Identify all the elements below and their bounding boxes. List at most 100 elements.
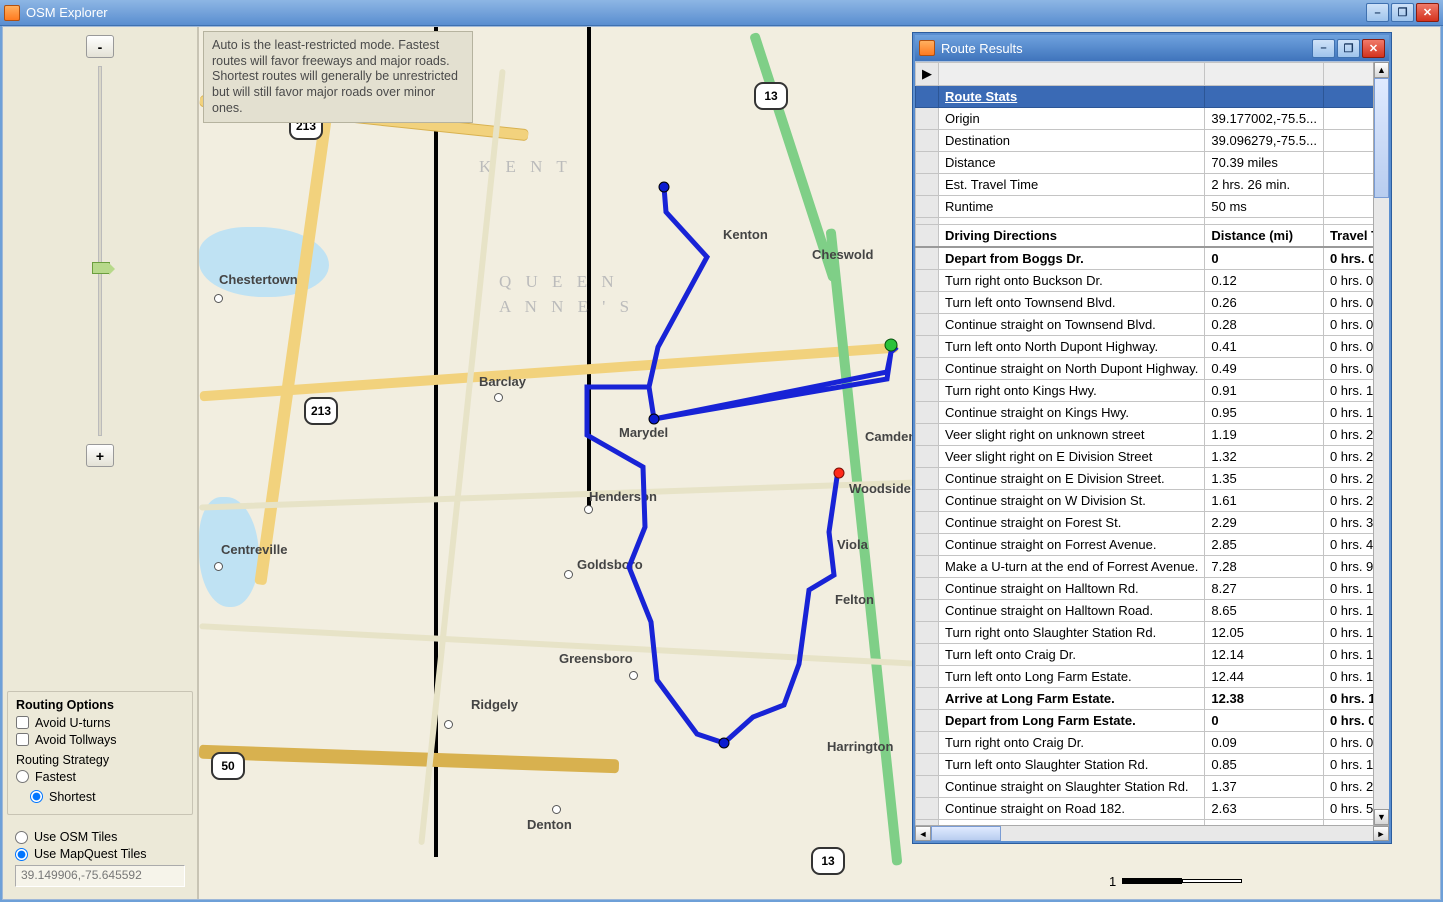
state-boundary-2 xyxy=(587,27,591,507)
zoom-in-button[interactable]: + xyxy=(86,444,114,467)
table-row[interactable]: Turn left onto Main St.2.940 hrs. 5 min. xyxy=(916,820,1390,826)
shield-50: 50 xyxy=(211,752,245,780)
us-13 xyxy=(749,32,839,282)
routing-options-group: Routing Options Avoid U-turns Avoid Toll… xyxy=(7,691,193,816)
table-row[interactable]: Continue straight on Townsend Blvd.0.280… xyxy=(916,314,1390,336)
place-denton: Denton xyxy=(527,817,572,832)
table-row[interactable]: Veer slight right on unknown street1.190… xyxy=(916,424,1390,446)
route-results-title: Route Results xyxy=(941,41,1023,56)
table-row[interactable]: Runtime50 ms xyxy=(916,196,1390,218)
dot xyxy=(584,505,593,514)
avoid-tollways-checkbox[interactable] xyxy=(16,733,29,746)
routing-strategy-label: Routing Strategy xyxy=(16,753,184,767)
table-row[interactable]: Turn left onto Craig Dr.12.140 hrs. 17 m… xyxy=(916,644,1390,666)
avoid-tollways-option[interactable]: Avoid Tollways xyxy=(16,733,184,747)
place-greensboro: Greensboro xyxy=(559,651,633,666)
dot xyxy=(214,562,223,571)
table-row[interactable]: Turn right onto Slaughter Station Rd.12.… xyxy=(916,622,1390,644)
scale-value: 1 xyxy=(1109,874,1116,889)
place-kenton: Kenton xyxy=(723,227,768,242)
scroll-thumb[interactable] xyxy=(1374,78,1389,198)
table-row[interactable]: Origin39.177002,-75.5... xyxy=(916,108,1390,130)
row-selector[interactable]: ▶ xyxy=(916,63,939,86)
route-results-titlebar[interactable]: Route Results – ❐ ✕ xyxy=(915,35,1389,61)
table-row[interactable]: Turn left onto North Dupont Highway.0.41… xyxy=(916,336,1390,358)
table-row[interactable]: Continue straight on Kings Hwy.0.950 hrs… xyxy=(916,402,1390,424)
table-row[interactable]: Continue straight on Forrest Avenue.2.85… xyxy=(916,534,1390,556)
table-row[interactable]: Make a U-turn at the end of Forrest Aven… xyxy=(916,556,1390,578)
table-row[interactable]: Turn right onto Kings Hwy.0.910 hrs. 1 m… xyxy=(916,380,1390,402)
zoom-thumb[interactable] xyxy=(92,262,110,274)
place-chestertown: Chestertown xyxy=(219,272,298,287)
sidebar: - + Routing Options Avoid U-turns Avoid … xyxy=(3,27,199,899)
table-row[interactable]: Turn left onto Slaughter Station Rd.0.85… xyxy=(916,754,1390,776)
hscroll-thumb[interactable] xyxy=(931,826,1001,841)
app-title: OSM Explorer xyxy=(26,5,108,20)
results-minimize-button[interactable]: – xyxy=(1312,39,1335,58)
table-row[interactable]: Continue straight on Road 182.2.630 hrs.… xyxy=(916,798,1390,820)
place-cheswold: Cheswold xyxy=(812,247,873,262)
osm-tiles-option[interactable]: Use OSM Tiles xyxy=(15,830,185,844)
scale-bar: 1 xyxy=(1103,874,1242,888)
zoom-slider[interactable] xyxy=(98,66,102,436)
table-row[interactable]: Depart from Long Farm Estate.00 hrs. 0 m… xyxy=(916,710,1390,732)
table-row[interactable]: Continue straight on Halltown Rd.8.270 h… xyxy=(916,578,1390,600)
minor xyxy=(418,69,505,845)
shortest-option[interactable]: Shortest xyxy=(30,790,96,804)
routing-options-title: Routing Options xyxy=(16,698,184,712)
table-row[interactable]: Destination39.096279,-75.5... xyxy=(916,130,1390,152)
place-barclay: Barclay xyxy=(479,374,526,389)
table-row[interactable]: Veer slight right on E Division Street1.… xyxy=(916,446,1390,468)
table-row[interactable]: Turn right onto Craig Dr.0.090 hrs. 0 mi… xyxy=(916,732,1390,754)
table-row[interactable]: Est. Travel Time2 hrs. 26 min. xyxy=(916,174,1390,196)
table-row[interactable]: Continue straight on Slaughter Station R… xyxy=(916,776,1390,798)
results-grid[interactable]: ▶ Route Stats Origin39.177002,-75.5...De… xyxy=(915,61,1389,825)
vertical-scrollbar[interactable]: ▲ ▼ xyxy=(1373,62,1389,825)
shortest-radio[interactable] xyxy=(30,790,43,803)
results-icon xyxy=(919,40,935,56)
place-henderson: Henderson xyxy=(589,489,657,504)
table-row[interactable]: Arrive at Long Farm Estate.12.380 hrs. 1… xyxy=(916,688,1390,710)
shield-13b: 13 xyxy=(811,847,845,875)
table-row[interactable]: Depart from Boggs Dr.00 hrs. 0 min. xyxy=(916,247,1390,270)
results-maximize-button[interactable]: ❐ xyxy=(1337,39,1360,58)
minimize-button[interactable]: – xyxy=(1366,3,1389,22)
table-row[interactable]: Turn left onto Townsend Blvd.0.260 hrs. … xyxy=(916,292,1390,314)
fastest-option[interactable]: Fastest xyxy=(16,770,184,784)
table-row[interactable]: Continue straight on North Dupont Highwa… xyxy=(916,358,1390,380)
app-titlebar[interactable]: OSM Explorer – ❐ ✕ xyxy=(0,0,1443,26)
avoid-uturns-option[interactable]: Avoid U-turns xyxy=(16,716,184,730)
place-woodside: Woodside xyxy=(849,481,911,496)
tile-source-group: Use OSM Tiles Use MapQuest Tiles 39.1499… xyxy=(7,823,193,891)
close-button[interactable]: ✕ xyxy=(1416,3,1439,22)
table-row[interactable]: Continue straight on W Division St.1.610… xyxy=(916,490,1390,512)
table-row[interactable]: Continue straight on Halltown Road.8.650… xyxy=(916,600,1390,622)
place-ridgely: Ridgely xyxy=(471,697,518,712)
horizontal-scrollbar[interactable]: ◄ ► xyxy=(915,825,1389,841)
scroll-down-arrow[interactable]: ▼ xyxy=(1374,809,1389,825)
dot xyxy=(444,720,453,729)
table-row[interactable]: Turn left onto Long Farm Estate.12.440 h… xyxy=(916,666,1390,688)
dot xyxy=(214,294,223,303)
table-row[interactable]: Distance70.39 miles xyxy=(916,152,1390,174)
osm-tiles-radio[interactable] xyxy=(15,831,28,844)
avoid-uturns-checkbox[interactable] xyxy=(16,716,29,729)
mapquest-tiles-option[interactable]: Use MapQuest Tiles xyxy=(15,847,185,861)
scroll-up-arrow[interactable]: ▲ xyxy=(1374,62,1389,78)
place-centreville: Centreville xyxy=(221,542,287,557)
fastest-radio[interactable] xyxy=(16,770,29,783)
results-close-button[interactable]: ✕ xyxy=(1362,39,1385,58)
scroll-right-arrow[interactable]: ► xyxy=(1373,826,1389,841)
mapquest-tiles-radio[interactable] xyxy=(15,848,28,861)
scroll-left-arrow[interactable]: ◄ xyxy=(915,826,931,841)
restore-button[interactable]: ❐ xyxy=(1391,3,1414,22)
zoom-out-button[interactable]: - xyxy=(86,35,114,58)
table-row[interactable]: Continue straight on Forest St.2.290 hrs… xyxy=(916,512,1390,534)
table-row[interactable] xyxy=(916,218,1390,225)
table-row[interactable]: Continue straight on E Division Street.1… xyxy=(916,468,1390,490)
place-harrington: Harrington xyxy=(827,739,893,754)
place-viola: Viola xyxy=(837,537,868,552)
table-row[interactable]: Driving DirectionsDistance (mi)Travel Ti… xyxy=(916,225,1390,248)
table-row[interactable]: Turn right onto Buckson Dr.0.120 hrs. 0 … xyxy=(916,270,1390,292)
route-results-window[interactable]: Route Results – ❐ ✕ ▶ Route Stats Origin… xyxy=(913,33,1391,843)
